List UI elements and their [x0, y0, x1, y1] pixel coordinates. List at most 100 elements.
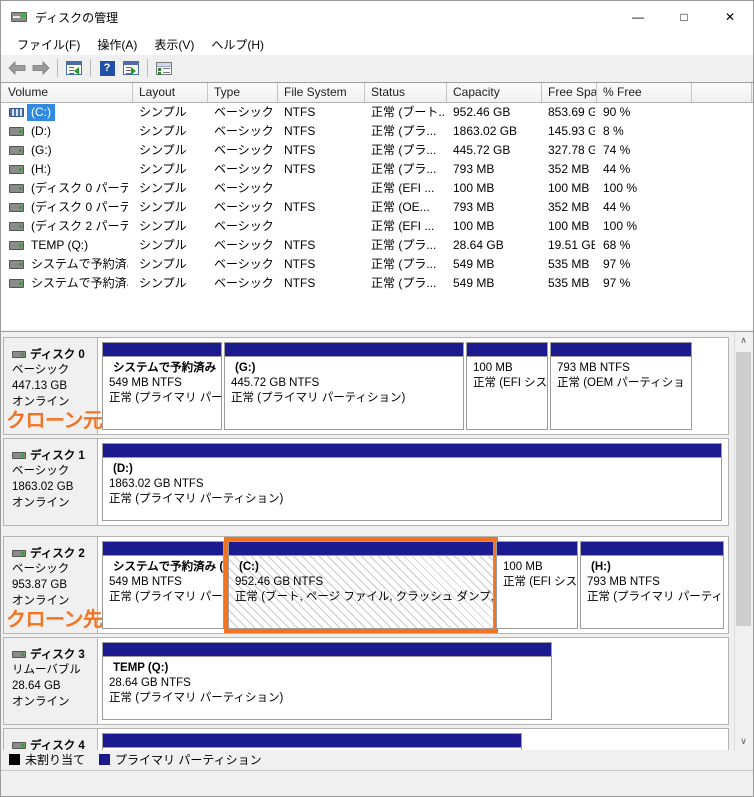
partition-size: 445.72 GB NTFS	[231, 377, 320, 389]
table-row[interactable]: (H:) シンプル ベーシック NTFS 正常 (プラ... 793 MB 352 MB 44…	[1, 160, 753, 179]
disk-info-panel[interactable]: ディスク 2 ベーシック 953.87 GB オンライン クローン先	[4, 537, 103, 633]
minimize-button[interactable]: —	[615, 1, 661, 33]
partition-block[interactable]	[102, 733, 522, 751]
column-header-status[interactable]: Status	[365, 83, 447, 102]
maximize-button[interactable]: □	[661, 1, 707, 33]
volume-name[interactable]: (G:)	[31, 141, 52, 160]
volume-name[interactable]: システムで予約済み ...	[31, 274, 128, 293]
partition-label: (G:)	[235, 362, 256, 374]
disk-type-label: ベーシック	[12, 563, 70, 575]
show-action-pane-button[interactable]	[119, 57, 143, 79]
disk-row[interactable]: ディスク 2 ベーシック 953.87 GB オンライン クローン先 システムで予約済み …	[3, 536, 729, 634]
properties-button[interactable]	[152, 57, 176, 79]
cell-pct: 100 %	[603, 219, 638, 233]
column-header-volume[interactable]: Volume	[2, 83, 133, 102]
partition-status: 正常 (EFI シス	[473, 377, 547, 389]
disk-title: ディスク 1	[12, 447, 97, 463]
column-header-capacity[interactable]: Capacity	[447, 83, 542, 102]
disk-state-label: オンライン	[12, 497, 70, 509]
column-header-layout[interactable]: Layout	[133, 83, 208, 102]
disk-name-label: ディスク 1	[30, 450, 85, 462]
table-row[interactable]: (G:) シンプル ベーシック NTFS 正常 (プラ... 445.72 GB 327.7…	[1, 141, 753, 160]
disk-title: ディスク 3	[12, 646, 97, 662]
disk-title: ディスク 4	[12, 737, 97, 751]
menu-action[interactable]: 操作(A)	[89, 34, 146, 55]
disk-info-panel[interactable]: ディスク 1 ベーシック 1863.02 GB オンライン	[4, 439, 98, 525]
table-row[interactable]: (ディスク 0 パーティシ... シンプル ベーシック 正常 (EFI ... 100 …	[1, 179, 753, 198]
forward-button[interactable]	[29, 57, 53, 79]
disk-icon	[12, 451, 26, 459]
disk-name-label: ディスク 2	[30, 548, 85, 560]
scrollbar-thumb[interactable]	[736, 352, 751, 626]
partition-status: 正常 (プライマリ パーテ	[109, 392, 221, 404]
graphic-pane-scrollbar[interactable]: ∧ ∨	[734, 332, 751, 750]
partition-block[interactable]: 100 MB 正常 (EFI シス	[466, 342, 548, 430]
volume-name[interactable]: (ディスク 0 パーティシ...	[31, 198, 128, 217]
partition-block[interactable]: システムで予約済み 549 MB NTFS 正常 (プライマリ パーテ	[102, 342, 222, 430]
clone-annotation: クローン先	[6, 609, 103, 631]
column-header-%free[interactable]: % Free	[597, 83, 692, 102]
partition-size: 100 MB	[473, 362, 513, 374]
disk-row[interactable]: ディスク 3 リムーバブル 28.64 GB オンライン TEMP (Q:) 28.64 …	[3, 637, 729, 725]
disk-icon	[12, 650, 26, 658]
disk-row[interactable]: ディスク 0 ベーシック 447.13 GB オンライン クローン元 システムで予約済み 5…	[3, 337, 729, 435]
volume-name[interactable]: システムで予約済み ...	[31, 255, 128, 274]
table-row[interactable]: (D:) シンプル ベーシック NTFS 正常 (プラ... 1863.02 GB 145.…	[1, 122, 753, 141]
volume-name[interactable]: TEMP (Q:)	[31, 236, 88, 255]
partition-block[interactable]: (H:) 793 MB NTFS 正常 (プライマリ パーティ	[580, 541, 724, 629]
volume-name[interactable]: (ディスク 0 パーティシ...	[31, 179, 128, 198]
tree-pane-icon	[66, 61, 82, 75]
menu-view[interactable]: 表示(V)	[146, 34, 203, 55]
partition-block[interactable]: TEMP (Q:) 28.64 GB NTFS 正常 (プライマリ パーティション)	[102, 642, 552, 720]
scroll-down-icon[interactable]: ∨	[735, 733, 752, 750]
partition-block[interactable]: (C:) 952.46 GB NTFS 正常 (ブート, ページ ファイル, クラッ…	[228, 541, 494, 629]
close-button[interactable]: ✕	[707, 1, 753, 33]
partition-color-bar	[103, 643, 551, 657]
volume-icon	[9, 279, 24, 288]
volume-list-pane[interactable]: Volume Layout Type File System Status Capacit…	[1, 82, 753, 330]
properties-icon	[156, 61, 172, 75]
cell-pct: 97 %	[603, 257, 631, 271]
disk-info-panel[interactable]: ディスク 3 リムーバブル 28.64 GB オンライン	[4, 638, 98, 724]
partition-details: (H:) 793 MB NTFS 正常 (プライマリ パーティ	[581, 556, 723, 628]
menu-file[interactable]: ファイル(F)	[9, 34, 89, 55]
column-header-freespa[interactable]: Free Spa...	[542, 83, 597, 102]
disk-size-label: 447.13 GB	[12, 380, 67, 392]
table-row[interactable]: (ディスク 2 パーティシ... シンプル ベーシック 正常 (EFI ... 100 …	[1, 217, 753, 236]
back-button[interactable]	[5, 57, 29, 79]
cell-pct: 8 %	[603, 124, 624, 138]
partition-block[interactable]: (G:) 445.72 GB NTFS 正常 (プライマリ パーティション)	[224, 342, 464, 430]
show-hide-tree-button[interactable]	[62, 57, 86, 79]
partition-block[interactable]: システムで予約済み (549 MB NTFS 正常 (プライマリ パーテ	[102, 541, 224, 629]
partition-block[interactable]: (D:) 1863.02 GB NTFS 正常 (プライマリ パーティション)	[102, 443, 722, 521]
scroll-up-icon[interactable]: ∧	[735, 332, 752, 349]
partition-size: 100 MB	[503, 561, 543, 573]
volume-name[interactable]: (ディスク 2 パーティシ...	[31, 217, 128, 236]
back-arrow-icon	[8, 61, 26, 75]
volume-name[interactable]: (D:)	[31, 122, 51, 141]
cell-filesystem	[284, 217, 363, 236]
column-header-type[interactable]: Type	[208, 83, 278, 102]
column-header-filesystem[interactable]: File System	[278, 83, 365, 102]
table-row[interactable]: システムで予約済み ... シンプル ベーシック NTFS 正常 (プラ... 549 M…	[1, 274, 753, 293]
help-button[interactable]: ?	[95, 57, 119, 79]
volume-name[interactable]: (C:)	[27, 104, 55, 121]
menu-bar: ファイル(F) 操作(A) 表示(V) ヘルプ(H)	[1, 33, 753, 55]
disk-row[interactable]: ディスク 4	[3, 728, 729, 751]
partition-strip: システムで予約済み 549 MB NTFS 正常 (プライマリ パーテ (G:) 445…	[98, 338, 728, 434]
legend-primary-partition-label: プライマリ パーティション	[115, 752, 262, 767]
disk-info-panel[interactable]: ディスク 4	[4, 729, 98, 751]
table-row[interactable]: (ディスク 0 パーティシ... シンプル ベーシック NTFS 正常 (OE... 79…	[1, 198, 753, 217]
disk-info-panel[interactable]: ディスク 0 ベーシック 447.13 GB オンライン クローン元	[4, 338, 103, 434]
table-row[interactable]: (C:) シンプル ベーシック NTFS 正常 (ブート... 952.46 GB 853.…	[1, 103, 753, 122]
disk-row[interactable]: ディスク 1 ベーシック 1863.02 GB オンライン (D:) 1863.02 GB…	[3, 438, 729, 526]
column-header-blank[interactable]	[692, 83, 752, 102]
disk-graphic-pane[interactable]: ディスク 0 ベーシック 447.13 GB オンライン クローン元 システムで予約済み 5…	[1, 331, 753, 751]
table-row[interactable]: システムで予約済み ... シンプル ベーシック NTFS 正常 (プラ... 549 M…	[1, 255, 753, 274]
partition-block[interactable]: 793 MB NTFS 正常 (OEM パーティショ	[550, 342, 692, 430]
disk-type-label: リムーバブル	[12, 664, 81, 676]
table-row[interactable]: TEMP (Q:) シンプル ベーシック NTFS 正常 (プラ... 28.64 GB 1…	[1, 236, 753, 255]
menu-help[interactable]: ヘルプ(H)	[203, 34, 273, 55]
volume-name[interactable]: (H:)	[31, 160, 51, 179]
partition-block[interactable]: 100 MB 正常 (EFI システ	[496, 541, 578, 629]
